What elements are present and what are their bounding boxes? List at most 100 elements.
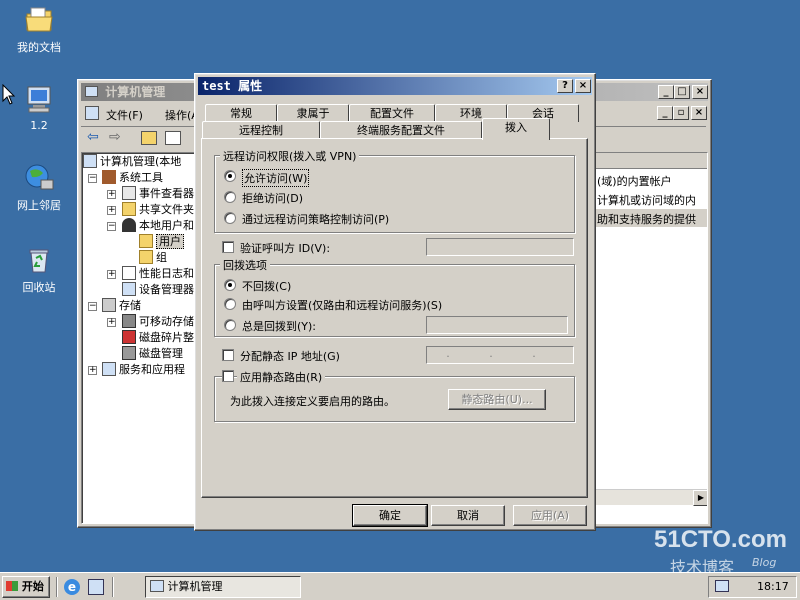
static-ip-field[interactable]: . . . bbox=[426, 346, 574, 364]
dialog-titlebar: test 属性 bbox=[198, 77, 592, 95]
collapse-icon[interactable]: − bbox=[88, 174, 97, 183]
expand-icon[interactable]: + bbox=[107, 190, 116, 199]
taskbar-task-computer-management[interactable]: 计算机管理 bbox=[145, 576, 301, 598]
network-tray-icon[interactable] bbox=[715, 580, 729, 592]
static-routes-button[interactable]: 静态路由(U)... bbox=[448, 389, 546, 410]
mmc-maximize-button[interactable]: □ bbox=[674, 85, 690, 99]
label-verify-caller[interactable]: 验证呼叫方 ID(V): bbox=[240, 240, 330, 256]
show-tree-icon[interactable] bbox=[165, 131, 181, 145]
caller-id-field[interactable] bbox=[426, 238, 574, 256]
radio-always-callback[interactable] bbox=[224, 319, 236, 331]
desktop-icon-label: 回收站 bbox=[22, 281, 56, 294]
performance-icon bbox=[122, 266, 136, 280]
label-allow-access[interactable]: 允许访问(W) bbox=[242, 169, 310, 187]
checkbox-static-ip[interactable] bbox=[222, 349, 234, 361]
menu-file[interactable]: 文件(F) bbox=[106, 107, 143, 123]
tree-item-device-manager[interactable]: 设备管理器 bbox=[122, 282, 194, 298]
tree-pane: 计算机管理(本地 − 系统工具 + 事件查看器 + 共享文件夹 − 本地用户和 … bbox=[81, 152, 196, 524]
tree-item-storage[interactable]: 存储 bbox=[102, 298, 141, 314]
desktop-icon-my-documents[interactable]: 我的文档 bbox=[4, 4, 74, 55]
dialog-close-button[interactable]: × bbox=[575, 79, 591, 93]
radio-allow-access[interactable] bbox=[224, 170, 236, 182]
event-viewer-icon bbox=[122, 186, 136, 200]
folder-icon bbox=[139, 234, 153, 248]
mmc-title: 计算机管理 bbox=[105, 85, 166, 99]
computer-management-icon bbox=[150, 580, 164, 592]
defrag-icon bbox=[122, 330, 136, 344]
mmc-minimize-button[interactable]: _ bbox=[658, 85, 674, 99]
system-tray: 18:17 bbox=[708, 576, 797, 598]
tree-item-root[interactable]: 计算机管理(本地 bbox=[83, 154, 181, 170]
start-button[interactable]: 开始 bbox=[2, 576, 50, 598]
tree-item-performance-logs[interactable]: 性能日志和 bbox=[122, 266, 194, 282]
label-no-callback[interactable]: 不回拨(C) bbox=[242, 278, 291, 294]
services-icon bbox=[102, 362, 116, 376]
expand-icon[interactable]: + bbox=[88, 366, 97, 375]
ie-icon[interactable]: e bbox=[64, 579, 80, 595]
tools-icon bbox=[102, 170, 116, 184]
desktop-icon-network[interactable]: 网上邻居 bbox=[4, 162, 74, 213]
route-description: 为此拨入连接定义要启用的路由。 bbox=[230, 395, 395, 408]
up-folder-icon[interactable] bbox=[141, 131, 157, 145]
tab-remote-control[interactable]: 远程控制 bbox=[202, 121, 320, 139]
label-static-ip[interactable]: 分配静态 IP 地址(G) bbox=[240, 348, 340, 364]
collapse-icon[interactable]: − bbox=[107, 222, 116, 231]
desktop-icon-label: 我的文档 bbox=[17, 41, 61, 54]
callback-number-field[interactable] bbox=[426, 316, 568, 334]
apply-button[interactable]: 应用(A) bbox=[513, 505, 587, 526]
tree-item-groups[interactable]: 组 bbox=[139, 250, 167, 266]
storage-icon bbox=[102, 298, 116, 312]
radio-no-callback[interactable] bbox=[224, 279, 236, 291]
tree-item-disk-management[interactable]: 磁盘管理 bbox=[122, 346, 183, 362]
radio-caller-set[interactable] bbox=[224, 298, 236, 310]
collapse-icon[interactable]: − bbox=[88, 302, 97, 311]
dialog-help-button[interactable]: ? bbox=[557, 79, 573, 93]
checkbox-static-route[interactable] bbox=[222, 370, 234, 382]
scroll-right-button[interactable]: ▶ bbox=[693, 490, 707, 506]
mouse-cursor-icon bbox=[2, 84, 16, 105]
label-always-callback[interactable]: 总是回拨到(Y): bbox=[242, 318, 316, 334]
label-deny-access[interactable]: 拒绝访问(D) bbox=[242, 190, 303, 206]
device-manager-icon bbox=[122, 282, 136, 296]
tree-item-event-viewer[interactable]: 事件查看器 bbox=[122, 186, 194, 202]
mmc-close-button[interactable]: × bbox=[692, 85, 708, 99]
explorer-icon[interactable] bbox=[88, 579, 104, 595]
radio-deny-access[interactable] bbox=[224, 191, 236, 203]
horizontal-scrollbar[interactable]: ▶ bbox=[595, 489, 707, 506]
tree-item-local-users[interactable]: 本地用户和 bbox=[122, 218, 194, 234]
label-policy-access[interactable]: 通过远程访问策略控制访问(P) bbox=[242, 211, 389, 227]
tree-item-services-apps[interactable]: 服务和应用程 bbox=[102, 362, 185, 378]
child-close-button[interactable]: × bbox=[691, 106, 707, 120]
tab-general[interactable]: 常规 bbox=[205, 104, 277, 122]
tab-member-of[interactable]: 隶属于 bbox=[277, 104, 349, 122]
windows-logo-icon bbox=[6, 581, 18, 591]
clock[interactable]: 18:17 bbox=[757, 580, 789, 593]
tree-item-removable-storage[interactable]: 可移动存储 bbox=[122, 314, 194, 330]
shared-folder-icon bbox=[122, 202, 136, 216]
checkbox-verify-caller[interactable] bbox=[222, 241, 234, 253]
label-static-route[interactable]: 应用静态路由(R) bbox=[237, 369, 326, 385]
computer-icon bbox=[23, 84, 55, 116]
tree-item-defrag[interactable]: 磁盘碎片整 bbox=[122, 330, 194, 346]
tree-item-system-tools[interactable]: 系统工具 bbox=[102, 170, 163, 186]
expand-icon[interactable]: + bbox=[107, 318, 116, 327]
label-caller-set[interactable]: 由呼叫方设置(仅路由和远程访问服务)(S) bbox=[242, 297, 442, 313]
expand-icon[interactable]: + bbox=[107, 270, 116, 279]
tab-terminal-services-profile[interactable]: 终端服务配置文件 bbox=[320, 121, 482, 139]
expand-icon[interactable]: + bbox=[107, 206, 116, 215]
back-arrow-icon[interactable]: ⇦ bbox=[87, 129, 99, 145]
cancel-button[interactable]: 取消 bbox=[431, 505, 505, 526]
tree-item-users[interactable]: 用户 bbox=[139, 234, 184, 250]
radio-policy-access[interactable] bbox=[224, 212, 236, 224]
ok-button[interactable]: 确定 bbox=[352, 504, 428, 527]
child-restore-button[interactable]: ▫ bbox=[673, 106, 689, 120]
child-minimize-button[interactable]: _ bbox=[657, 106, 673, 120]
watermark-logo: 51CTO.com 技术博客 Blog bbox=[634, 526, 800, 577]
forward-arrow-icon[interactable]: ⇨ bbox=[109, 129, 121, 145]
desktop-icon-recycle-bin[interactable]: 回收站 bbox=[4, 244, 74, 295]
watermark-blog: Blog bbox=[752, 556, 777, 569]
tab-dial-in[interactable]: 拨入 bbox=[482, 118, 550, 140]
desktop-icon-label: 网上邻居 bbox=[17, 199, 61, 212]
tree-item-shared-folders[interactable]: 共享文件夹 bbox=[122, 202, 194, 218]
tab-profile[interactable]: 配置文件 bbox=[349, 104, 435, 122]
